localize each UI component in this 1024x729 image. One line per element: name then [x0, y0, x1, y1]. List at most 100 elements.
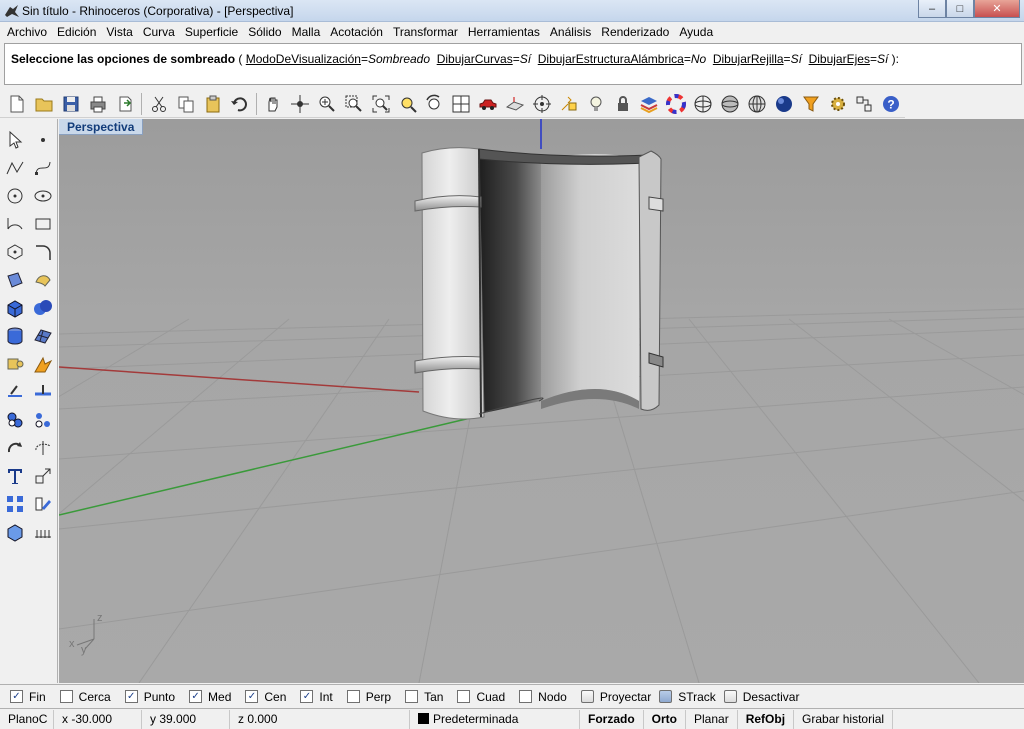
arc-tool[interactable] — [2, 211, 28, 237]
osnap-cuad[interactable]: Cuad — [457, 690, 505, 704]
checkbox[interactable] — [59, 690, 73, 703]
osnap-tan[interactable]: Tan — [405, 690, 443, 704]
undo-view-button[interactable] — [421, 91, 448, 117]
layers-button[interactable] — [636, 91, 663, 117]
zoom-dynamic-button[interactable] — [314, 91, 341, 117]
copy-button[interactable] — [172, 91, 199, 117]
rectangle-tool[interactable] — [30, 211, 56, 237]
option-draw-curves[interactable]: DibujarCurvas — [437, 52, 513, 66]
box-tool[interactable] — [2, 295, 28, 321]
menu-malla[interactable]: Malla — [287, 22, 326, 42]
osnap-med[interactable]: ✓ Med — [189, 690, 231, 704]
option-draw-grid[interactable]: DibujarRejilla — [713, 52, 784, 66]
explode-tool[interactable] — [30, 351, 56, 377]
menu-edicion[interactable]: Edición — [52, 22, 101, 42]
point-light-button[interactable] — [555, 91, 582, 117]
planar-toggle[interactable]: Planar — [686, 709, 738, 729]
menu-analisis[interactable]: Análisis — [545, 22, 596, 42]
open-file-button[interactable] — [31, 91, 58, 117]
osnap-cerca[interactable]: Cerca — [59, 690, 111, 704]
current-layer[interactable]: Predeterminada — [410, 709, 580, 729]
checkbox[interactable]: ✓ — [10, 690, 23, 703]
surface-tool[interactable] — [2, 267, 28, 293]
snap-toggle[interactable]: Forzado — [580, 709, 644, 729]
rotate-3d-tool[interactable] — [30, 435, 56, 461]
transform-tool[interactable] — [2, 351, 28, 377]
cylinder-object[interactable] — [414, 147, 664, 420]
dimension-tool[interactable] — [30, 519, 56, 545]
menu-solido[interactable]: Sólido — [243, 22, 286, 42]
desactivar-toggle[interactable]: Desactivar — [723, 690, 799, 704]
lightbulb-button[interactable] — [582, 91, 609, 117]
menu-acotacion[interactable]: Acotación — [325, 22, 388, 42]
menu-superficie[interactable]: Superficie — [180, 22, 243, 42]
object-properties-button[interactable] — [851, 91, 878, 117]
option-draw-wireframe[interactable]: DibujarEstructuraAlámbrica — [538, 52, 684, 66]
menu-transformar[interactable]: Transformar — [388, 22, 463, 42]
solid-tools[interactable] — [2, 519, 28, 545]
viewport-title-tab[interactable]: Perspectiva — [59, 119, 144, 135]
menu-renderizado[interactable]: Renderizado — [596, 22, 674, 42]
osnap-toggle[interactable]: RefObj — [738, 709, 795, 729]
toggle-box[interactable] — [723, 690, 737, 703]
strack-toggle[interactable]: STrack — [659, 690, 716, 704]
menu-vista[interactable]: Vista — [101, 22, 137, 42]
menu-herramientas[interactable]: Herramientas — [463, 22, 545, 42]
toggle-box[interactable] — [580, 690, 594, 703]
osnap-button[interactable] — [529, 91, 556, 117]
select-tool[interactable] — [2, 127, 28, 153]
trim-tool[interactable] — [2, 379, 28, 405]
sweep-tool[interactable] — [30, 267, 56, 293]
save-button[interactable] — [58, 91, 85, 117]
osnap-fin[interactable]: ✓ Fin — [10, 690, 46, 704]
menu-curva[interactable]: Curva — [138, 22, 180, 42]
polyline-tool[interactable] — [2, 155, 28, 181]
pan-button[interactable] — [260, 91, 287, 117]
command-prompt[interactable]: Seleccione las opciones de sombreado ( M… — [11, 52, 899, 66]
checkbox[interactable] — [346, 690, 360, 703]
wireframe-view-button[interactable] — [690, 91, 717, 117]
render-car-button[interactable] — [475, 91, 502, 117]
checkbox[interactable] — [457, 690, 471, 703]
cplane-indicator[interactable]: PlanoC — [0, 709, 54, 729]
point-tool[interactable] — [30, 127, 56, 153]
cplane-button[interactable] — [502, 91, 529, 117]
array-tool[interactable] — [2, 491, 28, 517]
maximize-button[interactable]: □ — [946, 0, 974, 18]
options-button[interactable] — [824, 91, 851, 117]
checkbox[interactable] — [405, 690, 419, 703]
mesh-tool[interactable] — [30, 323, 56, 349]
curve-tool[interactable] — [30, 155, 56, 181]
scale-tool[interactable] — [30, 463, 56, 489]
osnap-perp[interactable]: Perp — [346, 690, 391, 704]
checkbox[interactable] — [519, 690, 533, 703]
osnap-cen[interactable]: ✓ Cen — [245, 690, 286, 704]
option-draw-axes[interactable]: DibujarEjes — [809, 52, 870, 66]
toggle-box[interactable] — [659, 690, 673, 703]
command-area[interactable]: Seleccione las opciones de sombreado ( M… — [4, 43, 1022, 85]
zoom-selected-button[interactable] — [394, 91, 421, 117]
import-button[interactable] — [112, 91, 139, 117]
osnap-nodo[interactable]: Nodo — [519, 690, 567, 704]
group-tool[interactable] — [2, 407, 28, 433]
select-filter-button[interactable] — [797, 91, 824, 117]
ellipse-tool[interactable] — [30, 183, 56, 209]
ungroup-tool[interactable] — [30, 407, 56, 433]
osnap-punto[interactable]: ✓ Punto — [124, 690, 175, 704]
circle-tool[interactable] — [2, 183, 28, 209]
cut-button[interactable] — [145, 91, 172, 117]
cylinder-tool[interactable] — [2, 323, 28, 349]
perspective-viewport[interactable]: z x y Perspectiva — [59, 119, 1024, 683]
checkbox[interactable]: ✓ — [245, 690, 259, 703]
four-views-button[interactable] — [448, 91, 475, 117]
polygon-tool[interactable] — [2, 239, 28, 265]
color-button[interactable] — [663, 91, 690, 117]
new-file-button[interactable] — [4, 91, 31, 117]
lock-button[interactable] — [609, 91, 636, 117]
menu-ayuda[interactable]: Ayuda — [674, 22, 718, 42]
option-display-mode[interactable]: ModoDeVisualización — [246, 52, 361, 66]
fillet-tool[interactable] — [30, 239, 56, 265]
ortho-toggle[interactable]: Orto — [644, 709, 687, 729]
close-button[interactable]: ✕ — [974, 0, 1020, 18]
record-history-toggle[interactable]: Grabar historial — [794, 709, 894, 729]
